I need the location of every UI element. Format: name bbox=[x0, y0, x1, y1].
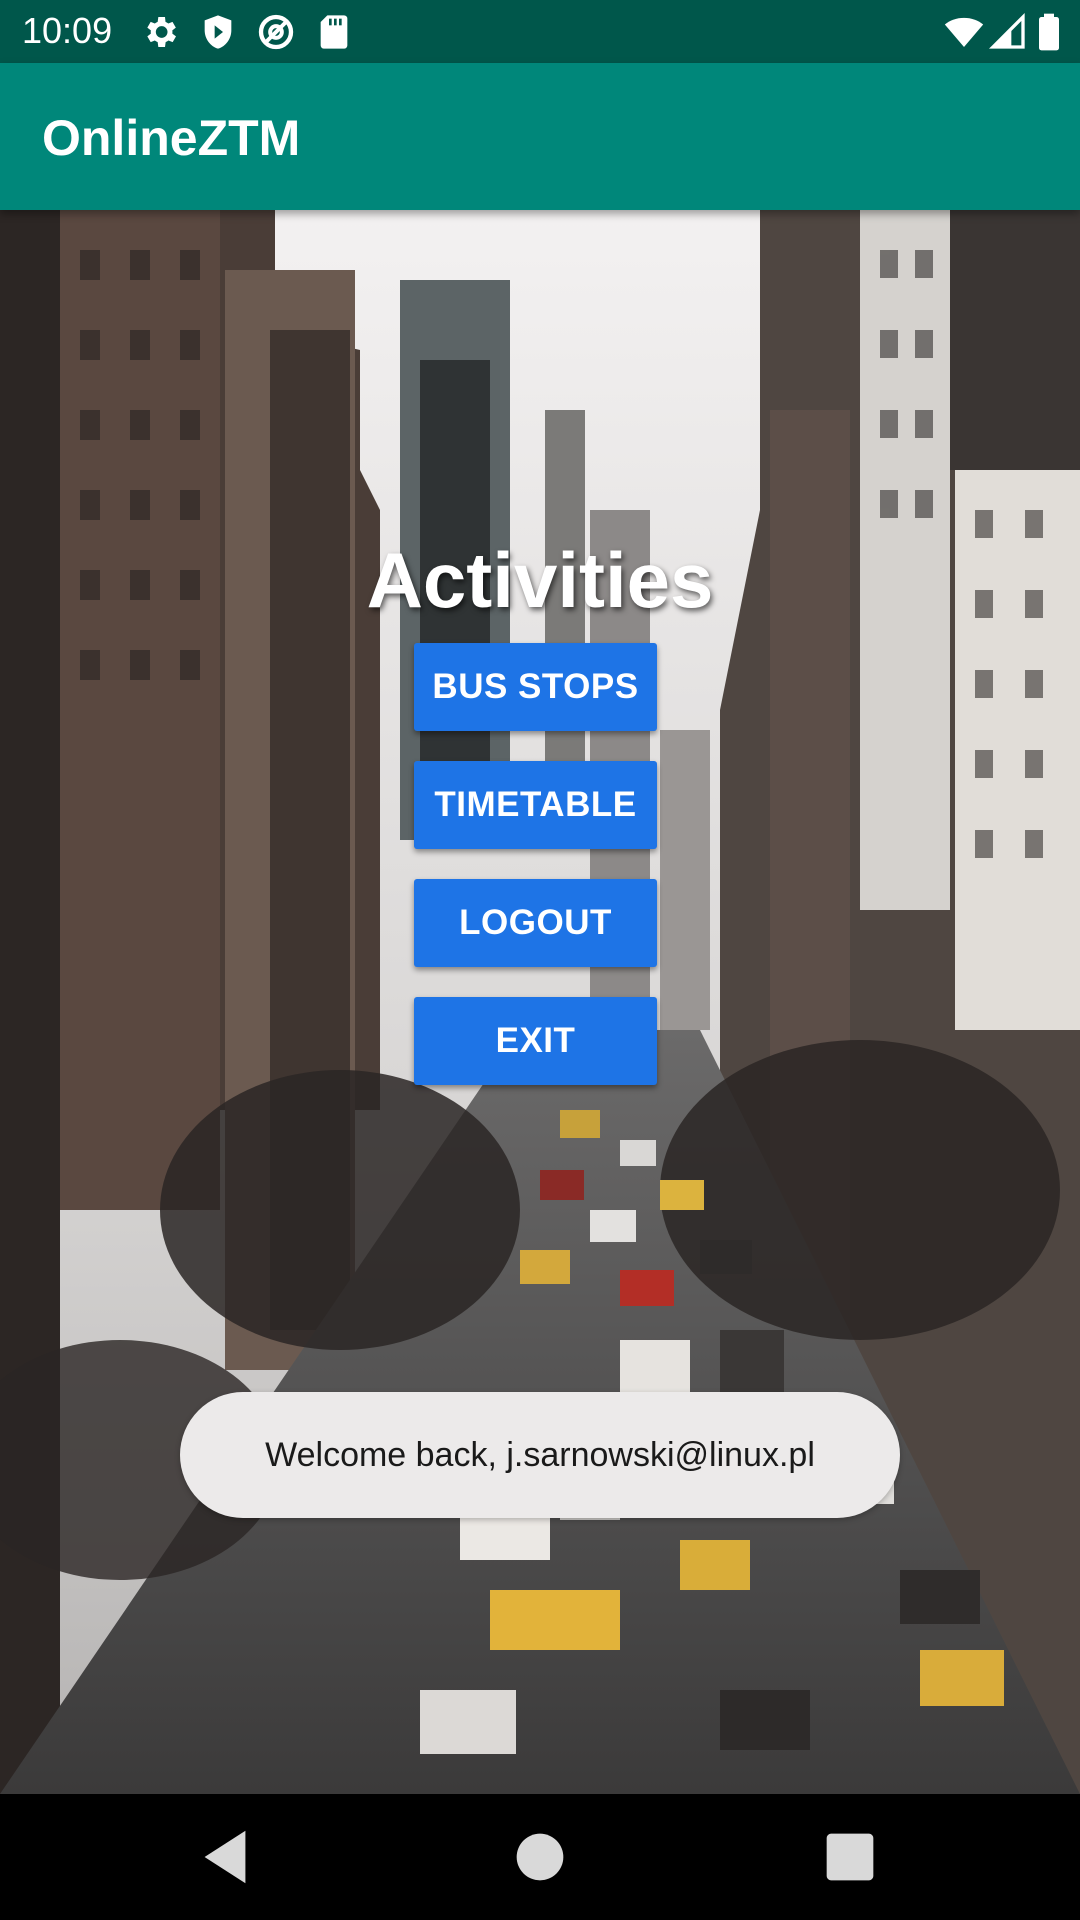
main-content: Activities BUS STOPS TIMETABLE LOGOUT EX… bbox=[0, 210, 1080, 1794]
status-time: 10:09 bbox=[22, 10, 113, 51]
gear-icon bbox=[147, 17, 176, 47]
home-icon[interactable] bbox=[505, 1822, 575, 1892]
welcome-toast: Welcome back, j.sarnowski@linux.pl bbox=[180, 1392, 900, 1518]
bus-stops-button[interactable]: BUS STOPS bbox=[414, 643, 657, 731]
toast-message: Welcome back, j.sarnowski@linux.pl bbox=[265, 1435, 815, 1474]
app-bar: OnlineZTM bbox=[0, 63, 1080, 210]
navigation-bar bbox=[0, 1794, 1080, 1920]
shield-icon bbox=[204, 15, 232, 49]
sd-card-icon bbox=[320, 15, 348, 49]
exit-button[interactable]: EXIT bbox=[414, 997, 657, 1085]
status-bar: 10:09 bbox=[0, 0, 1080, 63]
at-sign-icon bbox=[258, 14, 294, 50]
app-title: OnlineZTM bbox=[42, 110, 301, 166]
back-icon[interactable] bbox=[190, 1822, 260, 1892]
recents-icon[interactable] bbox=[815, 1822, 885, 1892]
battery-icon bbox=[1039, 13, 1059, 51]
timetable-button[interactable]: TIMETABLE bbox=[414, 761, 657, 849]
logout-button[interactable]: LOGOUT bbox=[414, 879, 657, 967]
wifi-icon bbox=[944, 17, 984, 47]
activities-heading: Activities bbox=[366, 536, 714, 624]
signal-icon bbox=[988, 12, 1025, 49]
